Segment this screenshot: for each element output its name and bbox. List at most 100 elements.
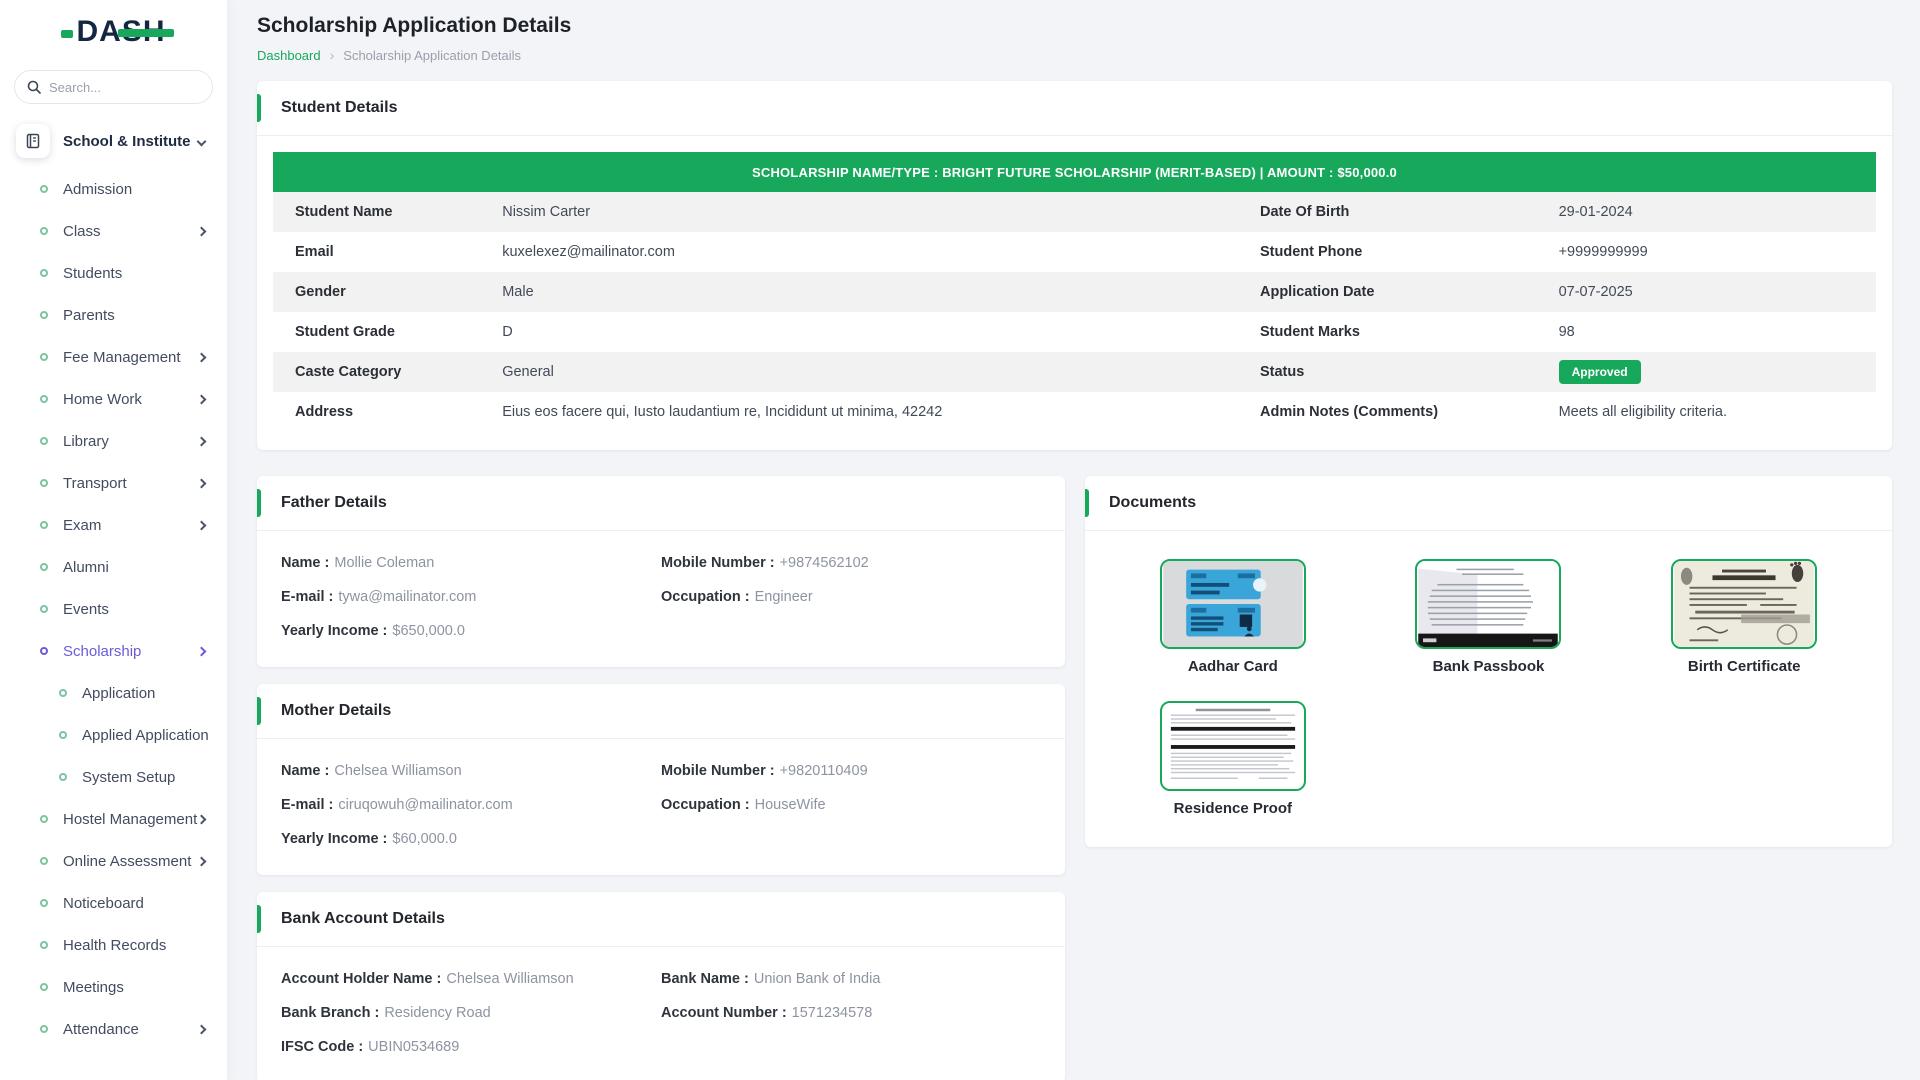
mother-fields-left: Name :Chelsea WilliamsonE-mail :ciruqowu… xyxy=(281,761,661,863)
field-label: Application Date xyxy=(1238,272,1559,312)
sidebar-item-hostel-management[interactable]: Hostel Management xyxy=(0,798,227,840)
sidebar-item-system-setup[interactable]: System Setup xyxy=(0,756,227,798)
sidebar-item-label: Events xyxy=(63,601,109,618)
sidebar-item-admission[interactable]: Admission xyxy=(0,168,227,210)
sidebar-item-fee-management[interactable]: Fee Management xyxy=(0,336,227,378)
sidebar-item-applied-application[interactable]: Applied Application xyxy=(0,714,227,756)
mother-fields-right: Mobile Number :+9820110409Occupation :Ho… xyxy=(661,761,1041,863)
breadcrumb-dashboard-link[interactable]: Dashboard xyxy=(257,48,321,63)
birth-certificate-image[interactable] xyxy=(1671,559,1817,649)
aadhar-card-image[interactable] xyxy=(1160,559,1306,649)
sidebar-item-exam[interactable]: Exam xyxy=(0,504,227,546)
sidebar-item-application[interactable]: Application xyxy=(0,672,227,714)
sidebar-item-attendance[interactable]: Attendance xyxy=(0,1008,227,1050)
school-institute-icon xyxy=(16,124,50,158)
sidebar-item-home-work[interactable]: Home Work xyxy=(0,378,227,420)
bullet-icon xyxy=(59,689,67,697)
document-residence-proof[interactable]: Residence Proof xyxy=(1160,701,1306,817)
bullet-icon xyxy=(59,731,67,739)
document-bank-passbook[interactable]: Bank Passbook xyxy=(1415,559,1561,675)
chevron-right-icon xyxy=(197,478,207,488)
sidebar-item-label: Parents xyxy=(63,307,115,324)
field-label: Yearly Income : xyxy=(281,831,387,847)
search-icon xyxy=(27,80,41,94)
breadcrumb: Dashboard › Scholarship Application Deta… xyxy=(257,47,1892,63)
field-value: ciruqowuh@mailinator.com xyxy=(338,797,512,813)
breadcrumb-current: Scholarship Application Details xyxy=(343,48,521,63)
document-label: Bank Passbook xyxy=(1433,658,1545,675)
document-birth-certificate[interactable]: Birth Certificate xyxy=(1671,559,1817,675)
bullet-icon xyxy=(40,227,48,235)
sidebar-item-label: Exam xyxy=(63,517,101,534)
field-label: Student Phone xyxy=(1238,232,1559,272)
bullet-icon xyxy=(40,479,48,487)
document-label: Birth Certificate xyxy=(1688,658,1801,675)
field-label: Yearly Income : xyxy=(281,623,387,639)
field-label: Student Name xyxy=(273,192,502,232)
chevron-right-icon xyxy=(197,436,207,446)
sidebar-item-label: Transport xyxy=(63,475,127,492)
sidebar-section-school-institute[interactable]: School & Institute xyxy=(0,112,227,168)
field-value: Male xyxy=(502,272,1238,312)
bank-account-details-card: Bank Account Details Account Holder Name… xyxy=(257,892,1065,1080)
sidebar-item-scholarship[interactable]: Scholarship xyxy=(0,630,227,672)
chevron-right-icon xyxy=(197,856,207,866)
field-label: Student Marks xyxy=(1238,312,1559,352)
field-value: Eius eos facere qui, Iusto laudantium re… xyxy=(502,392,1238,432)
field-label: Account Holder Name : xyxy=(281,971,441,987)
sidebar-item-online-assessment[interactable]: Online Assessment xyxy=(0,840,227,882)
search-input[interactable] xyxy=(49,80,225,95)
field-label: Address xyxy=(273,392,502,432)
sidebar-item-transport[interactable]: Transport xyxy=(0,462,227,504)
residence-proof-image[interactable] xyxy=(1160,701,1306,791)
sidebar-item-label: Application xyxy=(82,685,155,702)
field-label: Admin Notes (Comments) xyxy=(1238,392,1559,432)
brand-logo[interactable]: DASH xyxy=(0,0,227,64)
field-value: Nissim Carter xyxy=(502,192,1238,232)
field-value: HouseWife xyxy=(755,797,826,813)
breadcrumb-separator-icon: › xyxy=(330,47,335,63)
scholarship-banner: SCHOLARSHIP NAME/TYPE : BRIGHT FUTURE SC… xyxy=(273,152,1876,192)
father-details-card: Father Details Name :Mollie ColemanE-mai… xyxy=(257,476,1065,667)
sidebar-item-parents[interactable]: Parents xyxy=(0,294,227,336)
sidebar-item-students[interactable]: Students xyxy=(0,252,227,294)
detail-field: E-mail : ciruqowuh@mailinator.com xyxy=(281,795,661,815)
search-box xyxy=(14,70,213,104)
document-aadhar-card[interactable]: Aadhar Card xyxy=(1160,559,1306,675)
sidebar: DASH School & Institute AdmissionClassSt… xyxy=(0,0,227,1080)
document-label: Residence Proof xyxy=(1174,800,1292,817)
field-label: Name : xyxy=(281,763,329,779)
field-label: E-mail : xyxy=(281,797,333,813)
sidebar-item-alumni[interactable]: Alumni xyxy=(0,546,227,588)
sidebar-item-events[interactable]: Events xyxy=(0,588,227,630)
page-title: Scholarship Application Details xyxy=(257,14,1892,38)
sidebar-item-library[interactable]: Library xyxy=(0,420,227,462)
sidebar-item-meetings[interactable]: Meetings xyxy=(0,966,227,1008)
field-value: Chelsea Williamson xyxy=(446,971,573,987)
sidebar-section-label: School & Institute xyxy=(63,133,191,150)
chevron-right-icon xyxy=(197,520,207,530)
field-value: tywa@mailinator.com xyxy=(338,589,476,605)
bullet-icon xyxy=(40,815,48,823)
detail-field: Bank Branch :Residency Road xyxy=(281,1003,661,1023)
status-badge: Approved xyxy=(1559,360,1641,384)
bullet-icon xyxy=(40,647,48,655)
sidebar-item-noticeboard[interactable]: Noticeboard xyxy=(0,882,227,924)
bullet-icon xyxy=(59,773,67,781)
bank-passbook-image[interactable] xyxy=(1415,559,1561,649)
sidebar-item-class[interactable]: Class xyxy=(0,210,227,252)
field-label: Date Of Birth xyxy=(1238,192,1559,232)
detail-field: Occupation :Engineer xyxy=(661,587,1041,607)
field-value: Meets all eligibility criteria. xyxy=(1559,392,1876,432)
document-label: Aadhar Card xyxy=(1188,658,1278,675)
sidebar-item-health-records[interactable]: Health Records xyxy=(0,924,227,966)
detail-field: Mobile Number :+9874562102 xyxy=(661,553,1041,573)
field-value: +9874562102 xyxy=(780,555,869,571)
field-label: Gender xyxy=(273,272,502,312)
bullet-icon xyxy=(40,185,48,193)
left-column: Father Details Name :Mollie ColemanE-mai… xyxy=(257,476,1065,1080)
table-row: GenderMaleApplication Date07-07-2025 xyxy=(273,272,1876,312)
detail-field: Account Number :1571234578 xyxy=(661,1003,1041,1023)
table-row: Caste CategoryGeneralStatusApproved xyxy=(273,352,1876,392)
field-label: Caste Category xyxy=(273,352,502,392)
